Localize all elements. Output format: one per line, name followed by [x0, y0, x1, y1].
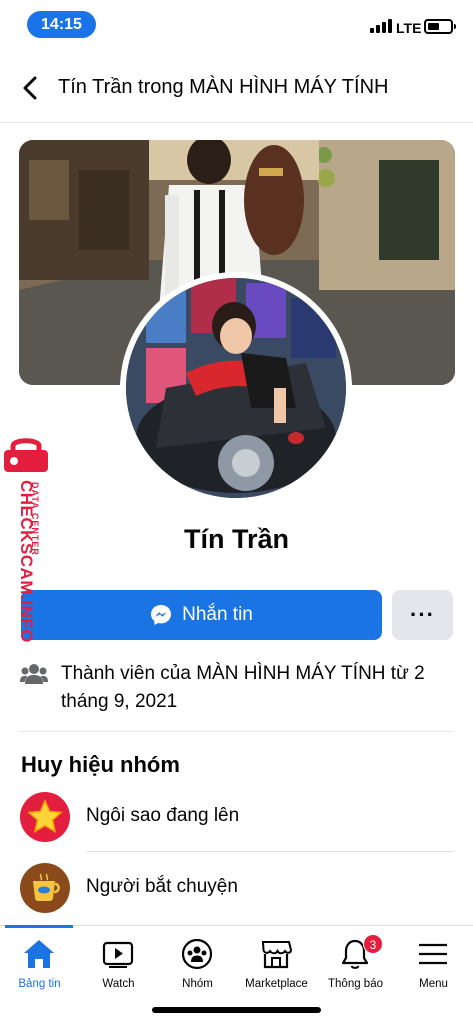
padlock-icon: [4, 438, 48, 472]
status-time[interactable]: 14:15: [27, 11, 96, 38]
tab-label: Menu: [419, 978, 448, 990]
badge-label: Ngôi sao đang lên: [86, 805, 240, 826]
badges-section-title: Huy hiệu nhóm: [21, 752, 180, 777]
battery-icon: [424, 19, 456, 34]
coffee-cup-icon: [20, 863, 70, 913]
message-button-label: Nhắn tin: [182, 604, 253, 625]
profile-name: Tín Trần: [183, 524, 289, 554]
home-indicator[interactable]: [152, 1007, 321, 1013]
cellular-signal-icon: [370, 19, 392, 33]
groups-icon: [181, 938, 213, 970]
membership-text: Thành viên của MÀN HÌNH MÁY TÍNH từ 2 th…: [61, 663, 425, 712]
home-icon: [24, 940, 54, 968]
badge-item[interactable]: Người bắt chuyện: [20, 863, 460, 915]
page-title: Tín Trần trong MÀN HÌNH MÁY TÍNH: [58, 76, 389, 98]
group-members-icon: [20, 664, 48, 684]
video-icon: [102, 941, 134, 968]
tab-marketplace[interactable]: Marketplace: [237, 926, 316, 996]
header-divider: [0, 122, 473, 123]
tab-watch[interactable]: Watch: [79, 926, 158, 996]
tab-groups[interactable]: Nhóm: [158, 926, 237, 996]
tab-label: Watch: [102, 978, 135, 990]
tab-notifications[interactable]: 3 Thông báo: [316, 926, 395, 996]
chevron-left-icon: [23, 76, 37, 100]
store-icon: [261, 941, 293, 969]
tab-label: Nhóm: [182, 978, 213, 990]
badge-divider: [86, 851, 453, 852]
tab-home[interactable]: Bảng tin: [0, 926, 79, 996]
page-header: Tín Trần trong MÀN HÌNH MÁY TÍNH: [0, 62, 473, 114]
status-bar: 14:15 LTE: [0, 0, 473, 48]
more-options-button[interactable]: ···: [392, 590, 453, 640]
avatar-photo: [126, 278, 346, 498]
messenger-icon: [151, 605, 172, 625]
network-type: LTE: [396, 20, 422, 36]
checkscam-watermark: CHECKSCAM.INFO DATA CENTER: [0, 436, 52, 666]
rising-star-icon: [20, 792, 70, 842]
section-divider: [20, 731, 453, 732]
badge-label: Người bắt chuyện: [86, 876, 238, 897]
message-button[interactable]: Nhắn tin: [21, 590, 382, 640]
badge-item[interactable]: Ngôi sao đang lên: [20, 792, 460, 844]
more-options-label: ···: [410, 602, 435, 627]
tab-label: Marketplace: [245, 978, 308, 990]
tab-menu[interactable]: Menu: [394, 926, 473, 996]
notification-count-badge: 3: [363, 934, 383, 954]
hamburger-icon: [419, 943, 447, 965]
watermark-tagline: DATA CENTER: [30, 482, 40, 556]
back-button[interactable]: [18, 74, 44, 102]
profile-avatar[interactable]: [120, 272, 352, 504]
